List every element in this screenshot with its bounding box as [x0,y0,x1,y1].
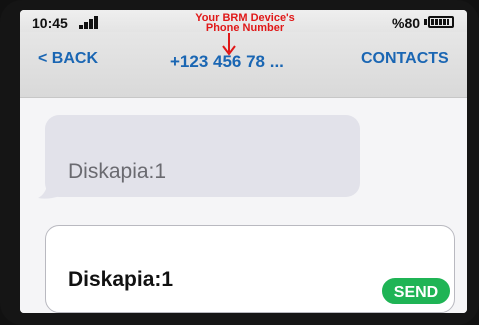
battery-percentage: %80 [392,15,421,31]
message-bubble [45,115,360,197]
contacts-button[interactable]: CONTACTS [361,50,449,68]
send-button[interactable]: SEND [380,276,452,306]
battery-icon [428,16,454,28]
phone-number-annotation: Your BRM Device's Phone Number [155,13,335,34]
status-time: 10:45 [32,15,68,31]
signal-strength-icon [79,16,101,29]
recipient-phone-number[interactable]: +123 456 78 ... [170,52,284,72]
battery-cap-icon [424,19,427,25]
bubble-tail-icon [38,182,60,199]
phone-screen: 10:45 %80 Your BRM Device's Phone Number… [20,10,467,313]
back-button[interactable]: < BACK [38,50,98,68]
message-text: Diskapia:1 [68,160,167,183]
phone-bezel: 10:45 %80 Your BRM Device's Phone Number… [0,0,479,325]
message-input-value[interactable]: Diskapia:1 [68,268,173,292]
